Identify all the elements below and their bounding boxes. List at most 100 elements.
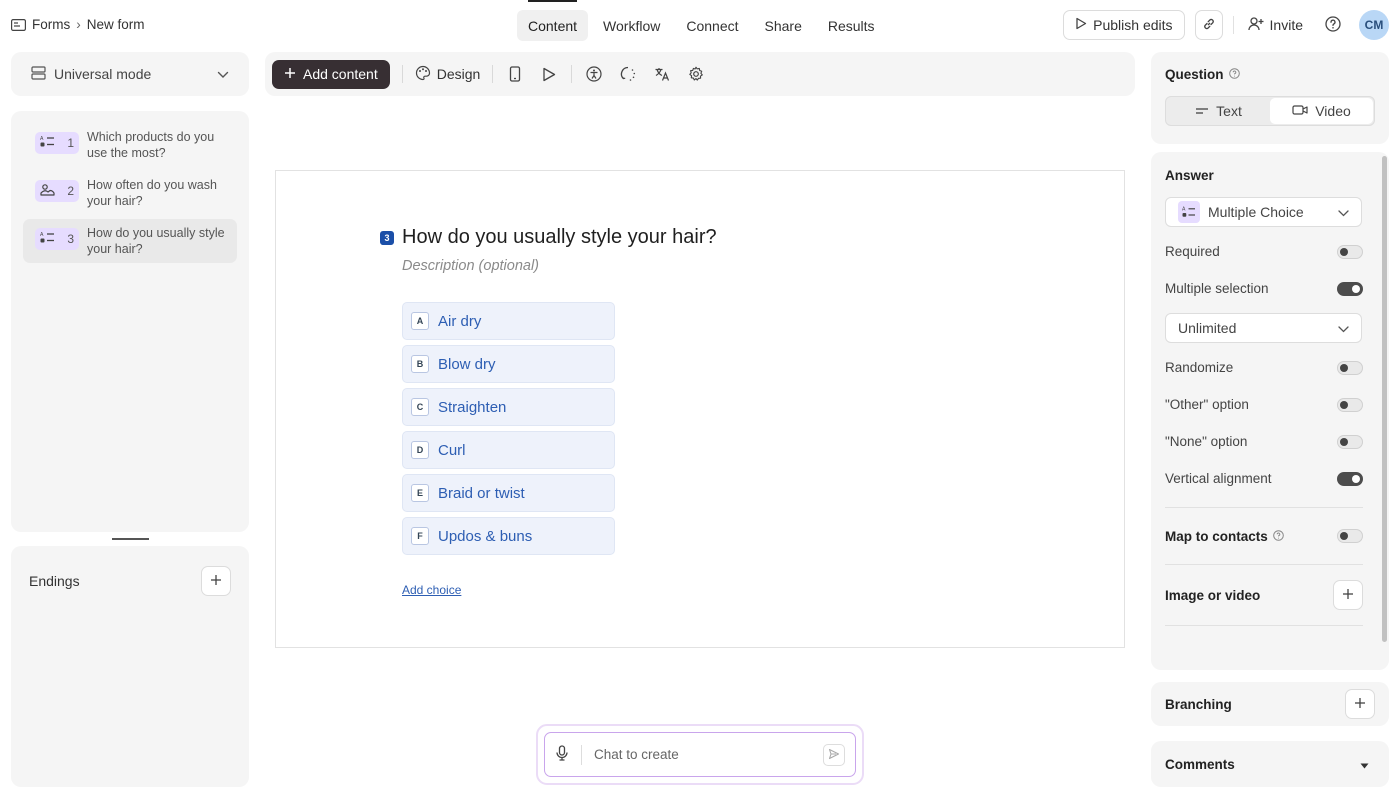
tab-content[interactable]: Content (517, 0, 589, 41)
mobile-preview-icon[interactable] (505, 64, 525, 84)
multiple-selection-toggle[interactable] (1337, 281, 1363, 296)
tab-workflow[interactable]: Workflow (592, 10, 671, 41)
choice-list: A Air dry B Blow dry C Straighten D Curl… (402, 302, 615, 560)
question-format-toggle: Text Video (1165, 96, 1375, 126)
microphone-icon[interactable] (555, 745, 569, 764)
choice-f[interactable]: F Updos & buns (402, 517, 615, 555)
selection-limit-select[interactable]: Unlimited (1165, 313, 1362, 343)
video-format-option[interactable]: Video (1270, 98, 1373, 124)
add-choice-link[interactable]: Add choice (402, 583, 461, 597)
breadcrumb-forms-link[interactable]: Forms (32, 17, 70, 32)
question-number: 1 (67, 136, 74, 150)
copy-link-button[interactable] (1194, 10, 1223, 40)
question-header: 3 How do you usually style your hair? (380, 226, 717, 249)
text-lines-icon (1195, 103, 1209, 119)
link-icon (1202, 17, 1216, 34)
add-content-label: Add content (303, 66, 378, 82)
panel-resize-handle[interactable] (112, 538, 149, 540)
choice-key: F (411, 527, 429, 545)
svg-text:A: A (1182, 207, 1186, 213)
design-button[interactable]: Design (415, 65, 481, 84)
mode-label: Universal mode (54, 66, 152, 82)
question-type-badge: 2 (35, 180, 79, 202)
answer-type-select[interactable]: A Multiple Choice (1165, 197, 1362, 227)
endings-panel: Endings (11, 546, 249, 787)
main-nav: Content Workflow Connect Share Results (517, 0, 886, 41)
publish-edits-button[interactable]: Publish edits (1063, 10, 1185, 40)
choice-key: C (411, 398, 429, 416)
chat-input-wrapper (544, 732, 856, 777)
forms-icon[interactable] (11, 18, 26, 31)
breadcrumb: Forms › New form (11, 17, 145, 32)
chevron-down-icon (1338, 320, 1349, 336)
question-settings-title: Question (1165, 67, 1224, 82)
text-format-option[interactable]: Text (1167, 98, 1270, 124)
randomize-toggle[interactable] (1337, 360, 1363, 375)
mode-selector[interactable]: Universal mode (11, 52, 249, 96)
choice-a[interactable]: A Air dry (402, 302, 615, 340)
plus-icon (1354, 696, 1366, 712)
form-canvas: 3 How do you usually style your hair? De… (275, 170, 1125, 648)
settings-icon[interactable] (686, 64, 706, 84)
chat-box (536, 724, 864, 785)
choice-d[interactable]: D Curl (402, 431, 615, 469)
question-number: 3 (67, 232, 74, 246)
choice-e[interactable]: E Braid or twist (402, 474, 615, 512)
toolbar-divider (571, 65, 573, 83)
map-contacts-label: Map to contacts (1165, 528, 1268, 544)
question-list-text: Which products do you use the most? (87, 130, 215, 160)
toolbar-divider (401, 65, 403, 83)
question-list: A 1 Which products do you use the most? … (11, 111, 249, 532)
send-button[interactable] (823, 743, 845, 766)
add-content-button[interactable]: Add content (272, 59, 390, 89)
editor-toolbar: Add content Design (265, 52, 1135, 96)
add-media-button[interactable] (1333, 580, 1363, 610)
branching-label: Branching (1165, 696, 1232, 712)
question-list-item-2[interactable]: 2 How often do you wash your hair? (23, 171, 237, 215)
list-icon: A (1178, 201, 1200, 223)
question-title[interactable]: How do you usually style your hair? (402, 226, 717, 249)
choice-c[interactable]: C Straighten (402, 388, 615, 426)
choice-key: D (411, 441, 429, 459)
invite-button[interactable]: Invite (1244, 16, 1307, 34)
other-option-toggle[interactable] (1337, 397, 1363, 412)
add-ending-button[interactable] (201, 566, 231, 596)
other-option-row: "Other" option (1165, 386, 1363, 423)
help-button[interactable] (1317, 15, 1349, 35)
play-outline-icon (1075, 17, 1087, 33)
chevron-down-icon (217, 66, 229, 82)
play-icon[interactable] (539, 64, 559, 84)
choice-label: Updos & buns (438, 527, 533, 545)
design-label: Design (436, 66, 481, 82)
map-contacts-toggle[interactable] (1337, 529, 1363, 543)
chevron-down-icon (1338, 204, 1349, 220)
choice-b[interactable]: B Blow dry (402, 345, 615, 383)
none-option-toggle[interactable] (1337, 434, 1363, 449)
caret-down-icon[interactable] (1360, 756, 1369, 772)
help-icon (1325, 15, 1341, 35)
comments-panel[interactable]: Comments (1151, 741, 1389, 787)
tab-share[interactable]: Share (754, 10, 813, 41)
required-label: Required (1165, 244, 1220, 259)
question-list-text: How often do you wash your hair? (87, 178, 217, 208)
translate-icon[interactable] (652, 64, 672, 84)
info-icon[interactable] (1272, 529, 1284, 544)
question-list-item-3[interactable]: A 3 How do you usually style your hair? (23, 219, 237, 263)
avatar[interactable]: CM (1359, 10, 1389, 40)
info-icon[interactable] (1228, 67, 1240, 82)
accessibility-icon[interactable] (584, 64, 604, 84)
question-description[interactable]: Description (optional) (402, 258, 539, 274)
add-branching-button[interactable] (1345, 689, 1375, 719)
palette-icon (415, 65, 431, 84)
chat-divider (581, 744, 582, 765)
vertical-alignment-toggle[interactable] (1337, 471, 1363, 486)
question-list-item-1[interactable]: A 1 Which products do you use the most? (23, 123, 237, 167)
chat-input[interactable] (594, 747, 823, 762)
tab-results[interactable]: Results (817, 10, 886, 41)
loading-icon[interactable] (618, 64, 638, 84)
required-toggle[interactable] (1337, 244, 1363, 259)
tab-connect[interactable]: Connect (675, 10, 749, 41)
scrollbar[interactable] (1382, 156, 1387, 642)
answer-title: Answer (1165, 168, 1214, 183)
invite-label: Invite (1269, 17, 1303, 33)
